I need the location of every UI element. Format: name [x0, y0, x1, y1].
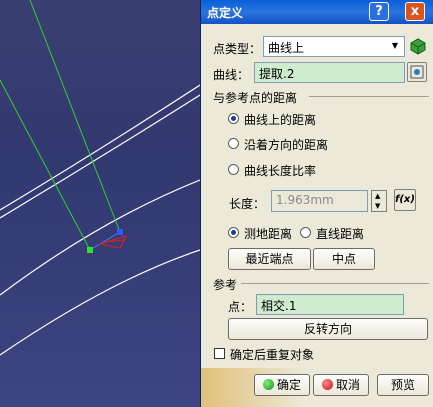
spin-up-icon: ▲	[375, 192, 381, 200]
point-type-select[interactable]: 曲线上 ▼	[263, 36, 405, 57]
distance-group-label: 与参考点的距离	[213, 91, 298, 105]
radio-straight[interactable]	[300, 227, 311, 238]
cancel-button[interactable]: 取消	[313, 374, 369, 396]
spin-down-icon: ▼	[375, 202, 381, 210]
length-label: 长度：	[229, 197, 266, 211]
ok-button[interactable]: 确定	[254, 374, 310, 396]
curve-field[interactable]: 提取.2	[254, 62, 405, 83]
group-separator	[241, 283, 429, 284]
radio-curve-length-ratio-label: 曲线长度比率	[244, 164, 317, 178]
cube-icon[interactable]	[408, 36, 428, 56]
ok-icon	[262, 379, 274, 390]
dialog-title: 点定义	[207, 6, 244, 20]
curve-value: 提取.2	[259, 67, 295, 81]
dialog-title-bar[interactable]: 点定义 ? x	[201, 0, 433, 24]
radio-distance-on-curve-label: 曲线上的距离	[244, 113, 317, 127]
radio-distance-on-curve[interactable]	[228, 113, 239, 124]
radio-curve-length-ratio[interactable]	[228, 164, 239, 175]
close-button[interactable]: x	[405, 2, 425, 21]
length-value: 1.963mm	[276, 193, 334, 207]
group-separator	[309, 96, 429, 97]
cancel-icon	[321, 379, 333, 390]
length-spinner[interactable]: ▲ ▼	[371, 190, 387, 212]
radio-geodesic-label: 测地距离	[244, 227, 293, 241]
radio-distance-along-direction[interactable]	[228, 138, 239, 149]
point-definition-dialog: 点定义 ? x 点类型： 曲线上 ▼ 曲线： 提取.2 与参考点的距离 曲线上的…	[200, 0, 433, 407]
point-label: 点：	[228, 300, 253, 314]
midpoint-button[interactable]: 中点	[313, 248, 375, 270]
radio-distance-along-direction-label: 沿着方向的距离	[244, 138, 329, 152]
preview-button[interactable]: 预览	[377, 374, 429, 396]
length-input[interactable]: 1.963mm	[271, 190, 368, 212]
reference-group-label: 参考	[213, 278, 238, 292]
viewport-geometry	[0, 0, 200, 356]
nearest-end-button[interactable]: 最近端点	[228, 248, 311, 270]
radio-geodesic[interactable]	[228, 227, 239, 238]
ok-button-label: 确定	[276, 378, 301, 392]
chevron-down-icon: ▼	[391, 41, 399, 50]
repeat-object-label: 确定后重复对象	[230, 348, 315, 362]
radio-straight-label: 直线距离	[316, 227, 365, 241]
cancel-button-label: 取消	[335, 378, 360, 392]
curve-label: 曲线：	[213, 68, 250, 82]
point-field[interactable]: 相交.1	[256, 294, 404, 315]
3d-viewport[interactable]	[0, 0, 200, 407]
reverse-direction-button[interactable]: 反转方向	[228, 318, 428, 340]
point-type-value: 曲线上	[268, 41, 305, 55]
help-button[interactable]: ?	[369, 2, 389, 21]
point-value: 相交.1	[261, 299, 297, 313]
repeat-object-checkbox[interactable]	[214, 348, 225, 359]
formula-button[interactable]: f(x)	[394, 189, 416, 211]
point-type-label: 点类型：	[213, 42, 262, 56]
select-element-icon[interactable]	[407, 62, 427, 82]
